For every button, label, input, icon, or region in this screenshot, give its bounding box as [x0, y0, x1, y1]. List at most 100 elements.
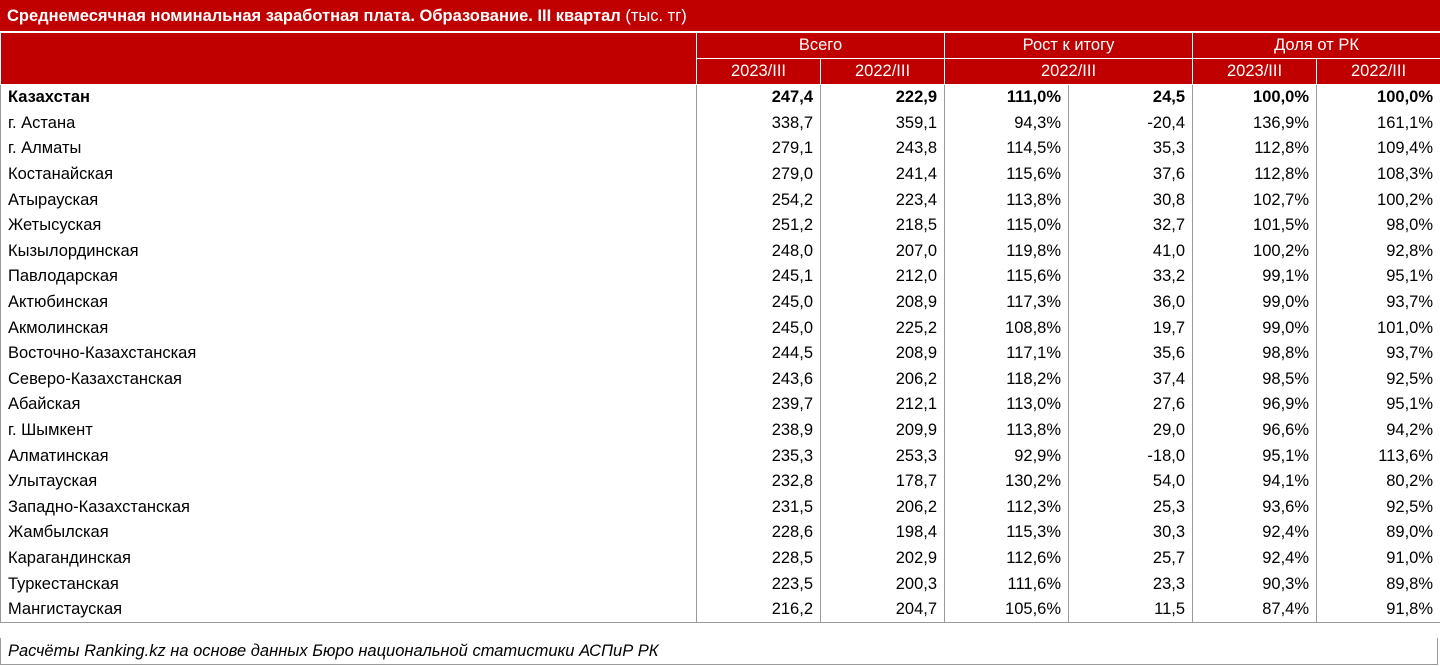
total-2023-cell: 228,5 — [696, 545, 821, 572]
total-2022-cell: 178,7 — [820, 468, 946, 495]
growth-abs-cell: 30,8 — [1068, 187, 1194, 213]
growth-abs-cell: 41,0 — [1068, 238, 1194, 265]
total-2023-cell: 239,7 — [696, 392, 821, 418]
share-2023-cell: 96,6% — [1192, 417, 1318, 444]
share-2023-cell: 95,1% — [1192, 443, 1318, 469]
share-2023-cell: 92,4% — [1192, 545, 1318, 572]
share-2022-cell: 89,8% — [1316, 571, 1440, 597]
growth-pct-cell: 113,8% — [944, 417, 1070, 444]
growth-pct-cell: 92,9% — [944, 443, 1070, 469]
total-2022-cell: 225,2 — [820, 315, 946, 341]
total-2022-cell: 208,9 — [820, 289, 946, 316]
table-row: г. Шымкент 238,9 209,9 113,8% 29,0 96,6% 94,2% — [0, 417, 1440, 444]
region-name-cell: г. Шымкент — [0, 417, 697, 444]
header-group-share: Доля от РК — [1192, 32, 1440, 59]
table-row: Западно-Казахстанская 231,5 206,2 112,3% 25,… — [0, 494, 1440, 521]
share-2022-cell: 89,0% — [1316, 520, 1440, 546]
region-name-cell: Восточно-Казахстанская — [0, 340, 697, 367]
table-row: Павлодарская 245,1 212,0 115,6% 33,2 99,1% 95,… — [0, 264, 1440, 290]
share-2023-cell: 112,8% — [1192, 161, 1318, 188]
region-name-cell: Северо-Казахстанская — [0, 366, 697, 393]
growth-pct-cell: 115,6% — [944, 161, 1070, 188]
region-name-cell: Атырауская — [0, 187, 697, 213]
total-2023-cell: 231,5 — [696, 494, 821, 521]
total-2023-cell: 279,0 — [696, 161, 821, 188]
table-row: Карагандинская 228,5 202,9 112,6% 25,7 92,4% 9… — [0, 545, 1440, 572]
table-body: Казахстан 247,4 222,9 111,0% 24,5 100,0% 100,0… — [0, 84, 1440, 624]
total-2022-cell: 207,0 — [820, 238, 946, 265]
total-2022-cell: 222,9 — [820, 84, 946, 111]
table-row: Акмолинская 245,0 225,2 108,8% 19,7 99,0% 101,… — [0, 315, 1440, 341]
subheader-total-2023: 2023/III — [696, 58, 821, 85]
total-2022-cell: 209,9 — [820, 417, 946, 444]
growth-abs-cell: 36,0 — [1068, 289, 1194, 316]
growth-abs-cell: 23,3 — [1068, 571, 1194, 597]
title-text: Среднемесячная номинальная заработная пл… — [7, 7, 621, 25]
share-2023-cell: 87,4% — [1192, 596, 1318, 624]
total-2023-cell: 223,5 — [696, 571, 821, 597]
total-2023-cell: 338,7 — [696, 110, 821, 137]
table-row: Восточно-Казахстанская 244,5 208,9 117,1% 35… — [0, 340, 1440, 367]
region-name-cell: Актюбинская — [0, 289, 697, 316]
growth-pct-cell: 94,3% — [944, 110, 1070, 137]
table-row: Северо-Казахстанская 243,6 206,2 118,2% 37,4… — [0, 366, 1440, 393]
share-2022-cell: 113,6% — [1316, 443, 1440, 469]
region-name-cell: Акмолинская — [0, 315, 697, 341]
total-2023-cell: 216,2 — [696, 596, 821, 624]
growth-abs-cell: 25,7 — [1068, 545, 1194, 572]
growth-pct-cell: 115,6% — [944, 264, 1070, 290]
table-title: Среднемесячная номинальная заработная пл… — [0, 0, 1440, 32]
total-2022-cell: 218,5 — [820, 212, 946, 239]
table-row: Абайская 239,7 212,1 113,0% 27,6 96,9% 95,1% — [0, 392, 1440, 418]
subheader-share-2023: 2023/III — [1192, 58, 1318, 85]
share-2023-cell: 136,9% — [1192, 110, 1318, 137]
total-2023-cell: 238,9 — [696, 417, 821, 444]
growth-pct-cell: 130,2% — [944, 468, 1070, 495]
region-name-cell: Казахстан — [0, 84, 697, 111]
growth-abs-cell: 35,6 — [1068, 340, 1194, 367]
total-2022-cell: 359,1 — [820, 110, 946, 137]
total-2023-cell: 254,2 — [696, 187, 821, 213]
share-2023-cell: 100,2% — [1192, 238, 1318, 265]
growth-abs-cell: 25,3 — [1068, 494, 1194, 521]
header-blank — [0, 32, 697, 85]
growth-abs-cell: 32,7 — [1068, 212, 1194, 239]
region-name-cell: Жамбылская — [0, 520, 697, 546]
region-name-cell: Улытауская — [0, 468, 697, 495]
region-name-cell: Жетысуская — [0, 212, 697, 239]
growth-pct-cell: 117,3% — [944, 289, 1070, 316]
share-2022-cell: 98,0% — [1316, 212, 1440, 239]
share-2022-cell: 93,7% — [1316, 340, 1440, 367]
share-2023-cell: 98,8% — [1192, 340, 1318, 367]
table-row: Жетысуская 251,2 218,5 115,0% 32,7 101,5% 98,0… — [0, 212, 1440, 239]
total-2023-cell: 232,8 — [696, 468, 821, 495]
growth-pct-cell: 111,6% — [944, 571, 1070, 597]
share-2022-cell: 101,0% — [1316, 315, 1440, 341]
growth-abs-cell: 33,2 — [1068, 264, 1194, 290]
share-2022-cell: 91,8% — [1316, 596, 1440, 624]
table-row: Улытауская 232,8 178,7 130,2% 54,0 94,1% 80,2% — [0, 468, 1440, 495]
share-2023-cell: 101,5% — [1192, 212, 1318, 239]
share-2023-cell: 99,0% — [1192, 315, 1318, 341]
growth-abs-cell: 27,6 — [1068, 392, 1194, 418]
total-2022-cell: 208,9 — [820, 340, 946, 367]
share-2023-cell: 92,4% — [1192, 520, 1318, 546]
header-group-growth: Рост к итогу — [944, 32, 1194, 59]
table-row: г. Астана 338,7 359,1 94,3% -20,4 136,9% 161,1… — [0, 110, 1440, 137]
growth-abs-cell: 11,5 — [1068, 596, 1194, 624]
growth-pct-cell: 119,8% — [944, 238, 1070, 265]
total-2022-cell: 253,3 — [820, 443, 946, 469]
share-2022-cell: 93,7% — [1316, 289, 1440, 316]
share-2022-cell: 108,3% — [1316, 161, 1440, 188]
growth-pct-cell: 118,2% — [944, 366, 1070, 393]
region-name-cell: Павлодарская — [0, 264, 697, 290]
share-2022-cell: 92,5% — [1316, 366, 1440, 393]
table-row: Туркестанская 223,5 200,3 111,6% 23,3 90,3% 89… — [0, 571, 1440, 597]
source-note: Расчёты Ranking.kz на основе данных Бюро… — [0, 638, 1438, 665]
total-2023-cell: 247,4 — [696, 84, 821, 111]
share-2023-cell: 98,5% — [1192, 366, 1318, 393]
region-name-cell: Костанайская — [0, 161, 697, 188]
growth-pct-cell: 115,0% — [944, 212, 1070, 239]
total-2023-cell: 245,0 — [696, 289, 821, 316]
total-2022-cell: 241,4 — [820, 161, 946, 188]
